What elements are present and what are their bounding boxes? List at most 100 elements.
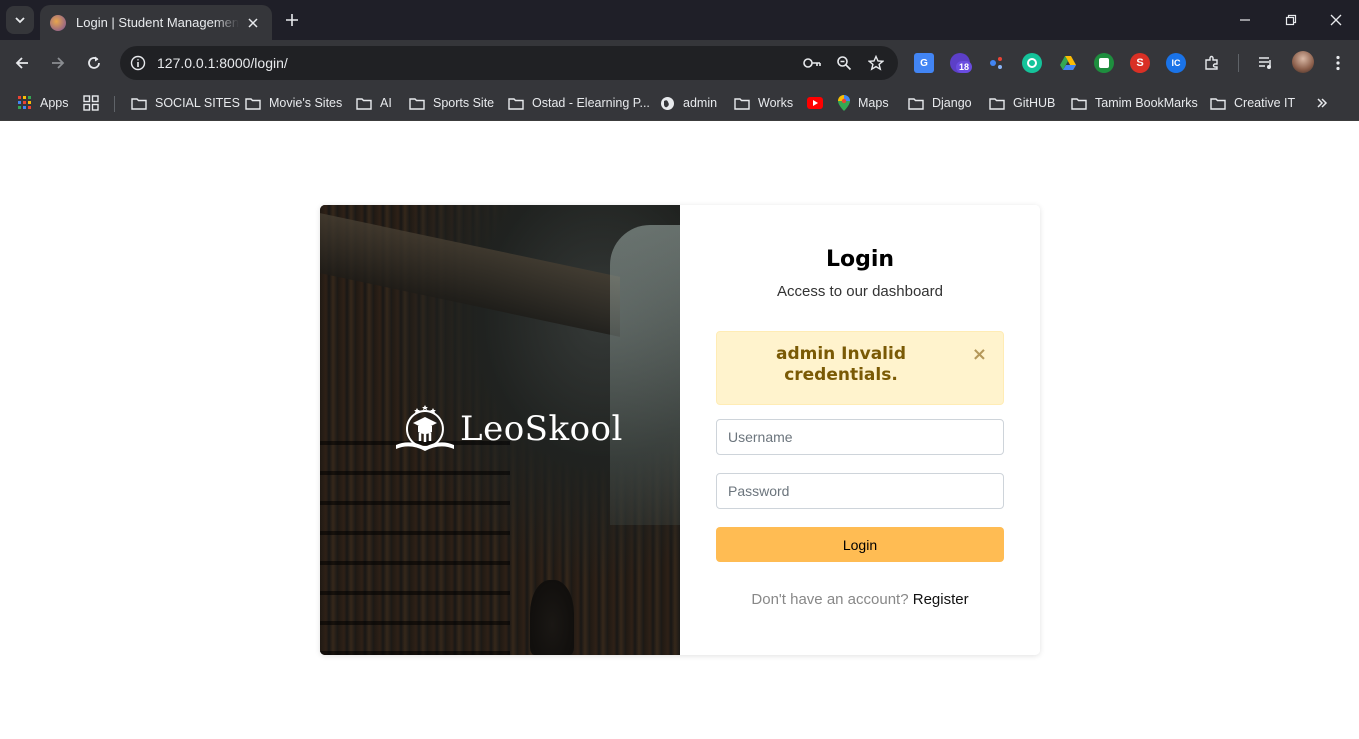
username-input[interactable] [716,419,1004,455]
youtube-icon [807,97,823,109]
site-favicon-icon [50,14,66,31]
page-subtitle: Access to our dashboard [777,283,943,300]
minimize-button[interactable] [1222,0,1268,40]
bookmark-folder[interactable]: Works [734,92,793,114]
close-icon [1330,14,1342,26]
extensions-puzzle-icon[interactable] [1202,53,1222,73]
page-content: LeoSkool Login Access to our dashboard a… [0,121,1359,739]
password-key-icon[interactable] [802,53,822,73]
reload-button[interactable] [81,50,107,76]
page-title: Login [825,247,895,272]
register-prompt: Don't have an account? [751,591,909,608]
maps-icon [838,95,850,111]
folder-icon [734,97,750,110]
reload-icon [88,56,100,69]
bookmark-label: Django [932,96,972,110]
browser-toolbar: 127.0.0.1:8000/login/ G 18 S IC [0,40,1359,86]
new-tab-button[interactable] [280,8,304,32]
tab-title: Login | Student Management System [76,15,239,30]
folder-icon [409,97,425,110]
green-extension-icon[interactable] [1094,53,1114,73]
restore-button[interactable] [1268,0,1314,40]
library-background-image: LeoSkool [320,205,680,655]
book-graduation-cap-icon [396,405,454,451]
toolbar-separator [1238,54,1239,72]
bookmark-folder[interactable]: Ostad - Elearning P... [508,92,650,114]
bookmark-youtube[interactable] [807,92,831,114]
register-prompt-row: Don't have an account? Register [680,591,1040,608]
login-card: LeoSkool Login Access to our dashboard a… [320,205,1040,655]
forward-button[interactable] [45,50,71,76]
minimize-icon [1240,19,1250,21]
plus-icon [286,14,298,26]
brand-name: LeoSkool [460,409,623,449]
folder-icon [1210,97,1226,110]
extension-badge: 18 [956,61,973,73]
error-alert: admin Invalid credentials. × [716,331,1004,405]
back-button[interactable] [9,50,35,76]
browser-chrome: Login | Student Management System [0,0,1359,121]
window-close-button[interactable] [1313,0,1359,40]
bookmark-folder[interactable]: AI [356,92,392,114]
bookmark-label: AI [380,96,392,110]
bookmark-link[interactable]: admin [660,92,717,114]
login-form-panel: Login Access to our dashboard admin Inva… [680,205,1040,655]
red-s-extension-icon[interactable]: S [1130,53,1150,73]
address-bar[interactable]: 127.0.0.1:8000/login/ [120,46,898,80]
browser-menu-icon[interactable] [1328,53,1348,73]
address-bar-actions [802,53,886,73]
bookmark-label: Apps [40,96,69,110]
folder-icon [1071,97,1087,110]
dots-extension-icon[interactable] [986,53,1006,73]
bookmark-tab-groups[interactable] [83,92,107,114]
bookmark-label: Sports Site [433,96,495,110]
bookmark-maps[interactable]: Maps [838,92,889,114]
folder-icon [245,97,261,110]
more-bookmarks-button[interactable] [1316,92,1336,114]
google-drive-extension-icon[interactable] [1058,53,1078,73]
bookshelf-decoration [320,425,510,655]
folder-icon [908,97,924,110]
folder-icon [131,97,147,110]
tab-groups-icon [83,95,99,111]
login-button[interactable]: Login [716,527,1004,562]
bookmark-label: admin [683,96,718,110]
password-input[interactable] [716,473,1004,509]
tab-search-button[interactable] [6,6,34,34]
bookmark-label: Movie's Sites [269,96,343,110]
bookmark-folder[interactable]: Django [908,92,972,114]
library-window-decoration [610,225,680,525]
site-info-icon[interactable] [128,53,148,73]
extension-with-badge-icon[interactable]: 18 [950,53,973,73]
bookmark-label: GitHUB [1013,96,1056,110]
tab-close-button[interactable] [245,14,262,32]
double-chevron-right-icon [1317,98,1328,108]
brand-logo: LeoSkool [394,405,623,453]
active-tab[interactable]: Login | Student Management System [40,5,272,40]
bookmark-label: Creative IT [1234,96,1296,110]
bookmark-folder[interactable]: GitHUB [989,92,1055,114]
media-control-icon[interactable] [1256,53,1276,73]
bookmark-folder[interactable]: Movie's Sites [245,92,342,114]
alert-close-button[interactable]: × [972,344,987,365]
bookmark-label: Ostad - Elearning P... [532,96,650,110]
google-translate-extension-icon[interactable]: G [914,53,934,73]
profile-avatar[interactable] [1292,51,1314,73]
bookmark-folder[interactable]: Tamim BookMarks [1071,92,1198,114]
bookmarks-bar: Apps SOCIAL SITES Movie's Sites AI Sport… [0,86,1359,121]
bookmark-star-icon[interactable] [866,53,886,73]
bookmark-label: Tamim BookMarks [1095,96,1198,110]
bookmark-apps[interactable]: Apps [18,92,69,114]
folder-icon [989,97,1005,110]
bookmarks-separator [114,96,115,112]
register-link[interactable]: Register [913,591,969,608]
bookmark-folder[interactable]: Creative IT [1210,92,1295,114]
apps-grid-icon [18,96,31,109]
library-balcony-decoration [320,213,620,337]
bookmark-folder[interactable]: SOCIAL SITES [131,92,240,114]
bookmark-label: Works [758,96,794,110]
zoom-icon[interactable] [834,53,854,73]
blue-extension-icon[interactable]: IC [1166,53,1186,73]
bookmark-folder[interactable]: Sports Site [409,92,494,114]
grammarly-extension-icon[interactable] [1022,53,1042,73]
